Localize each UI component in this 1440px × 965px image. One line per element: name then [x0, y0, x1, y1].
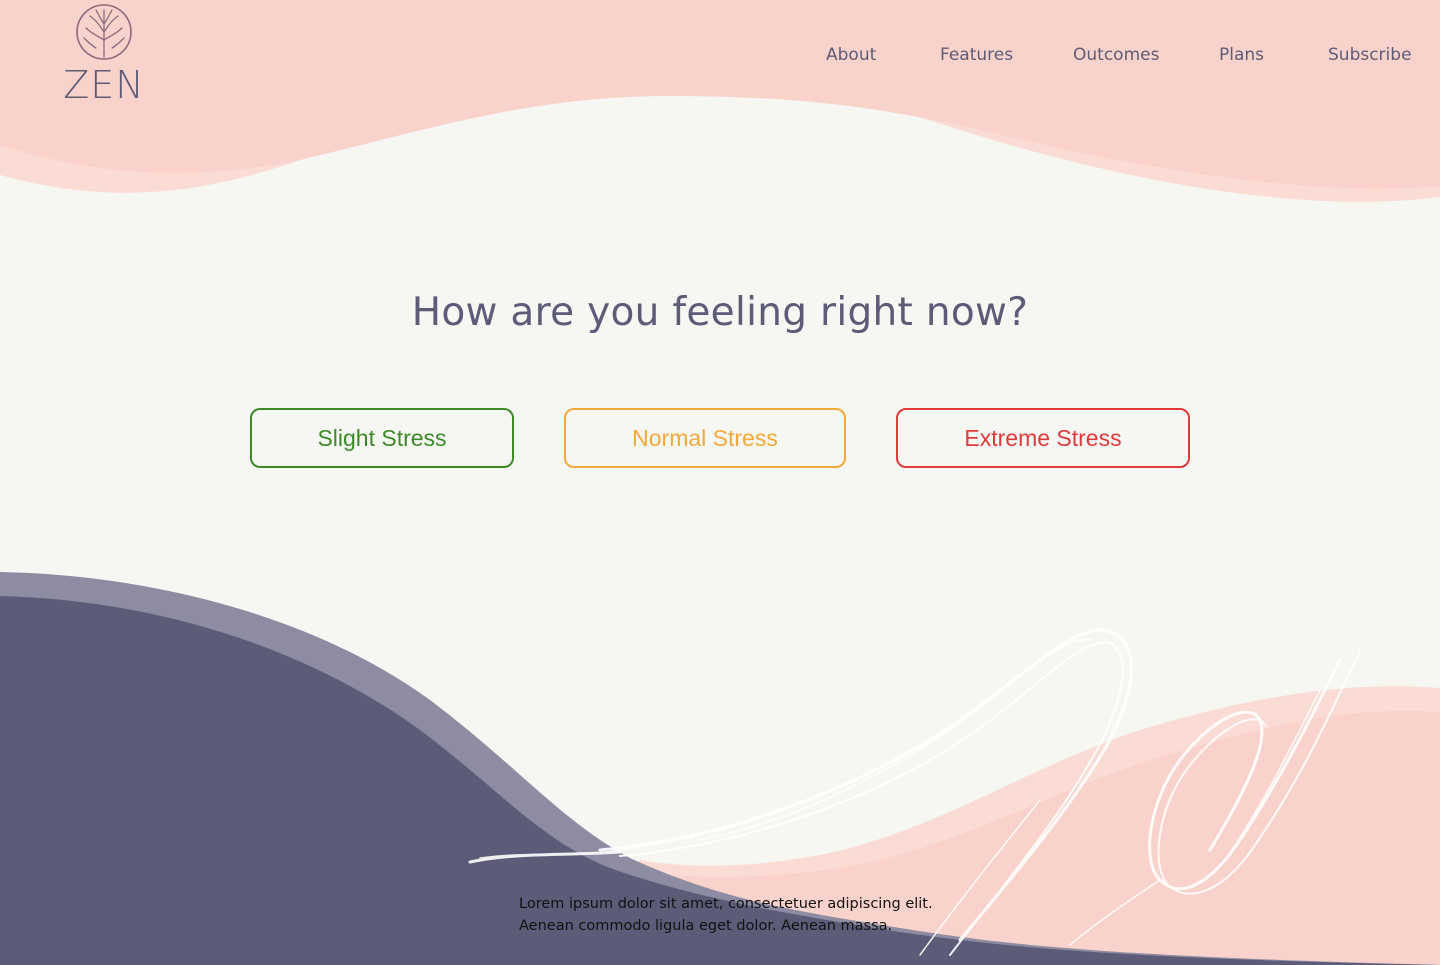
- extreme-stress-button[interactable]: Extreme Stress: [896, 408, 1190, 468]
- page: ZEN About Features Outcomes Plans Subscr…: [0, 0, 1440, 965]
- nav-item-about[interactable]: About: [826, 45, 876, 65]
- page-title: How are you feeling right now?: [411, 290, 1029, 335]
- brand-name: ZEN: [63, 63, 145, 107]
- nav-item-features[interactable]: Features: [940, 45, 1013, 65]
- footer-text: Lorem ipsum dolor sit amet, consectetuer…: [519, 893, 933, 937]
- top-nav: About Features Outcomes Plans Subscribe: [0, 45, 1440, 71]
- background-waves: [0, 0, 1440, 965]
- footer-text-line-1: Lorem ipsum dolor sit amet, consectetuer…: [519, 896, 933, 912]
- nav-item-outcomes[interactable]: Outcomes: [1073, 45, 1159, 65]
- header-wave: [0, 0, 1440, 189]
- nav-item-plans[interactable]: Plans: [1219, 45, 1264, 65]
- slight-stress-button[interactable]: Slight Stress: [250, 408, 514, 468]
- normal-stress-button[interactable]: Normal Stress: [564, 408, 846, 468]
- nav-item-subscribe[interactable]: Subscribe: [1328, 45, 1412, 65]
- footer-text-line-2: Aenean commodo ligula eget dolor. Aenean…: [519, 918, 893, 934]
